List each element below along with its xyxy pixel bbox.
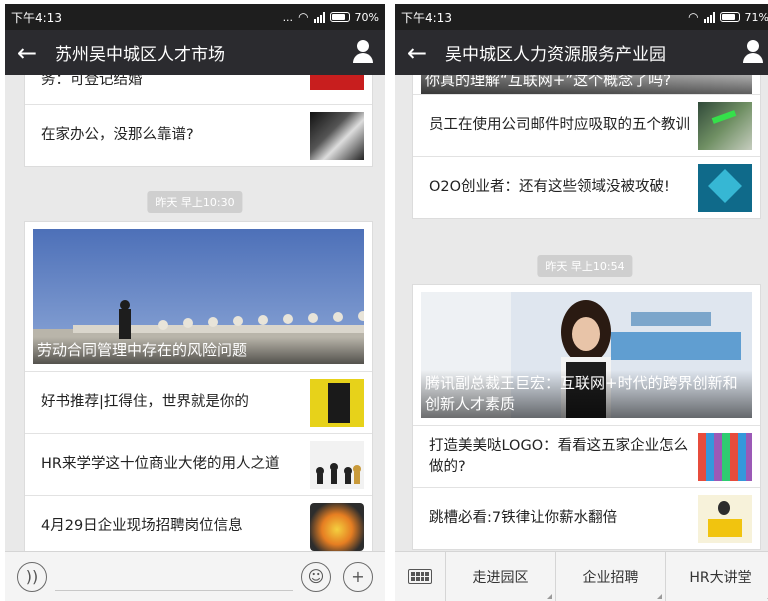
- chat-input-bar: )) ☺ +: [5, 551, 385, 601]
- message-timestamp: 昨天 早上10:30: [147, 191, 243, 213]
- article-thumbnail: [310, 440, 364, 489]
- title-bar: ← 苏州吴中城区人才市场: [5, 30, 385, 75]
- article-title: HR来学学这十位商业大佬的用人之道: [41, 456, 280, 472]
- wifi-icon: ◠: [298, 10, 309, 24]
- battery-percent: 71%: [744, 10, 768, 24]
- right-phone-screen: 下午4:13 ◠ 71% ← 吴中城区人力资源服务产业园 你真的理解“互联网+”…: [395, 4, 768, 601]
- emoji-icon[interactable]: ☺: [301, 561, 331, 592]
- article-title: 员工在使用公司邮件时应吸取的五个教训: [429, 117, 690, 133]
- article-card: 劳动合同管理中存在的风险问题 好书推荐|扛得住，世界就是你的 HR来学学这十位商…: [24, 221, 373, 551]
- article-thumbnail: [310, 75, 364, 90]
- article-card: 你真的理解“互联网+”这个概念了吗? 员工在使用公司邮件时应吸取的五个教训 O2…: [412, 75, 761, 219]
- article-thumbnail: [698, 432, 752, 481]
- article-row[interactable]: 务：可登记结婚: [25, 75, 372, 104]
- battery-icon: [329, 12, 350, 22]
- article-cover[interactable]: 劳动合同管理中存在的风险问题: [33, 229, 364, 364]
- article-row[interactable]: O2O创业者：还有这些领域没被攻破!: [413, 156, 760, 218]
- status-bar: 下午4:13 ◠ 71%: [395, 4, 768, 30]
- profile-icon[interactable]: [341, 30, 385, 75]
- menu-tab-recruitment[interactable]: 企业招聘: [555, 551, 665, 601]
- cover-title: 你真的理解“互联网+”这个概念了吗?: [421, 75, 752, 94]
- article-title: 务：可登记结婚: [41, 75, 143, 88]
- article-card: 腾讯副总裁王巨宏：互联网+时代的跨界创新和创新人才素质 打造美美哒LOGO：看看…: [412, 284, 761, 550]
- message-timestamp: 昨天 早上10:54: [537, 255, 633, 277]
- article-cover[interactable]: 你真的理解“互联网+”这个概念了吗?: [421, 75, 752, 94]
- message-feed[interactable]: 务：可登记结婚 在家办公，没那么靠谱? 昨天 早上10:30 劳动合同管理中存在…: [5, 75, 385, 551]
- article-row[interactable]: 4月29日企业现场招聘岗位信息: [25, 495, 372, 551]
- article-cover[interactable]: 腾讯副总裁王巨宏：互联网+时代的跨界创新和创新人才素质: [421, 292, 752, 418]
- article-row[interactable]: 在家办公，没那么靠谱?: [25, 104, 372, 166]
- more-dots-icon: ...: [282, 10, 294, 24]
- article-title: 好书推荐|扛得住，世界就是你的: [41, 394, 249, 410]
- cover-title: 劳动合同管理中存在的风险问题: [33, 337, 364, 364]
- menu-tab-hr-lecture[interactable]: HR大讲堂: [665, 551, 768, 601]
- article-title: 跳槽必看:7铁律让你薪水翻倍: [429, 510, 618, 526]
- article-row[interactable]: 打造美美哒LOGO：看看这五家企业怎么做的?: [413, 425, 760, 487]
- article-row[interactable]: 跳槽必看:7铁律让你薪水翻倍: [413, 487, 760, 549]
- signal-icon: [703, 11, 715, 23]
- message-input[interactable]: [55, 563, 293, 591]
- article-thumbnail: [698, 163, 752, 212]
- title-bar: ← 吴中城区人力资源服务产业园: [395, 30, 768, 75]
- article-thumbnail: [310, 378, 364, 427]
- plus-icon[interactable]: +: [343, 561, 373, 592]
- article-card: 务：可登记结婚 在家办公，没那么靠谱?: [24, 75, 373, 167]
- back-arrow-icon[interactable]: ←: [5, 30, 49, 75]
- article-row[interactable]: HR来学学这十位商业大佬的用人之道: [25, 433, 372, 495]
- article-row[interactable]: 员工在使用公司邮件时应吸取的五个教训: [413, 94, 760, 156]
- voice-icon[interactable]: )): [17, 561, 47, 592]
- message-feed[interactable]: 你真的理解“互联网+”这个概念了吗? 员工在使用公司邮件时应吸取的五个教训 O2…: [395, 75, 768, 551]
- back-arrow-icon[interactable]: ←: [395, 30, 439, 75]
- signal-icon: [313, 11, 325, 23]
- article-title: 4月29日企业现场招聘岗位信息: [41, 518, 243, 534]
- article-row[interactable]: 好书推荐|扛得住，世界就是你的: [25, 371, 372, 433]
- article-title: 打造美美哒LOGO：看看这五家企业怎么做的?: [429, 437, 689, 475]
- battery-percent: 70%: [354, 10, 379, 24]
- profile-icon[interactable]: [731, 30, 768, 75]
- keyboard-icon[interactable]: [395, 552, 445, 601]
- article-thumbnail: [698, 101, 752, 150]
- account-title: 吴中城区人力资源服务产业园: [445, 45, 666, 65]
- cover-title: 腾讯副总裁王巨宏：互联网+时代的跨界创新和创新人才素质: [421, 370, 752, 418]
- account-title: 苏州吴中城区人才市场: [55, 45, 225, 65]
- battery-icon: [719, 12, 740, 22]
- menu-bar: 走进园区 企业招聘 HR大讲堂: [395, 551, 768, 601]
- article-thumbnail: [310, 502, 364, 551]
- menu-tab-park[interactable]: 走进园区: [445, 551, 555, 601]
- status-time: 下午4:13: [401, 10, 452, 25]
- left-phone-screen: 下午4:13 ... ◠ 70% ← 苏州吴中城区人才市场 务：可登记结婚 在家…: [5, 4, 385, 601]
- article-thumbnail: [310, 111, 364, 160]
- status-time: 下午4:13: [11, 10, 62, 25]
- status-bar: 下午4:13 ... ◠ 70%: [5, 4, 385, 30]
- article-title: O2O创业者：还有这些领域没被攻破!: [429, 179, 670, 195]
- article-title: 在家办公，没那么靠谱?: [41, 127, 194, 143]
- article-thumbnail: [698, 494, 752, 543]
- wifi-icon: ◠: [688, 10, 699, 24]
